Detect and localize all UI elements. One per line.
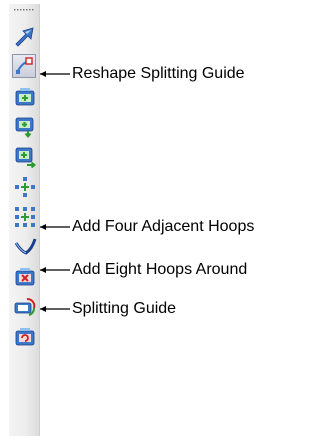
callout-reshape-splitting-guide: Reshape Splitting Guide xyxy=(72,65,245,82)
callout-add-eight-hoops-around: Add Eight Hoops Around xyxy=(72,261,248,278)
callout-add-four-adjacent-hoops: Add Four Adjacent Hoops xyxy=(72,218,255,235)
callout-splitting-guide: Splitting Guide xyxy=(72,300,177,317)
